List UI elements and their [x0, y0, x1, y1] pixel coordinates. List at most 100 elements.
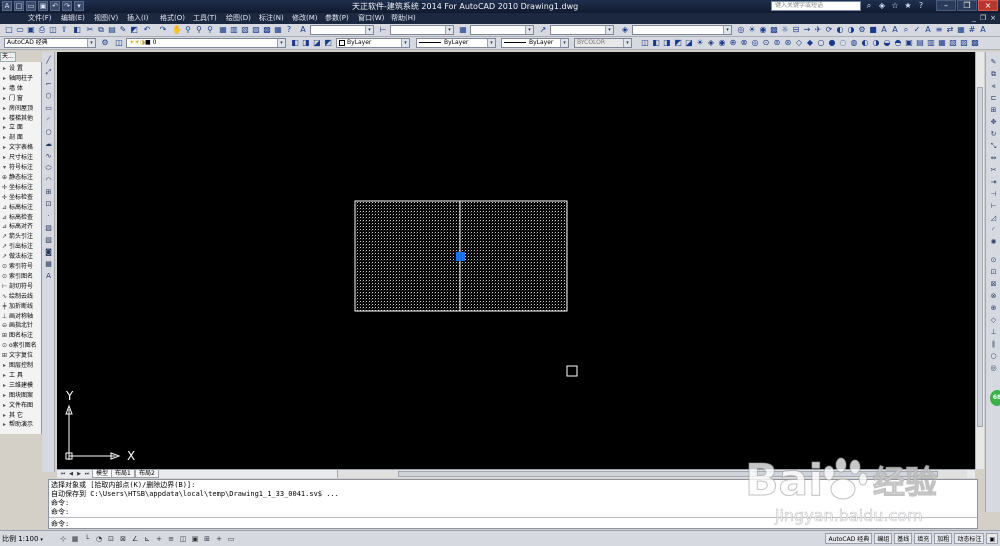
camera-icon[interactable]: ◉	[758, 25, 768, 35]
osnap-5-icon[interactable]: ⊕	[988, 304, 999, 313]
save-icon[interactable]: ▣	[26, 25, 36, 35]
restore-button[interactable]: ❐	[957, 0, 977, 11]
layer-select-2[interactable]: ▾	[632, 25, 732, 35]
dim-style-icon[interactable]: ⊢	[378, 25, 388, 35]
make-current-icon[interactable]: ◧	[290, 38, 300, 48]
layer-tool-12-icon[interactable]: ⊚	[772, 38, 782, 48]
menu-insert[interactable]: 插入(I)	[127, 14, 160, 23]
tab-layout1[interactable]: 布局1	[111, 470, 135, 478]
snap-toggle[interactable]: ⊹	[58, 534, 68, 544]
menu-modify[interactable]: 修改(M)	[292, 14, 325, 23]
layer-tool-5-icon[interactable]: ◪	[684, 38, 694, 48]
zoom-window-icon[interactable]: ⚲	[194, 25, 204, 35]
publish-icon[interactable]: ⇪	[59, 25, 69, 35]
table-style-select[interactable]: ▾	[470, 25, 534, 35]
bulb-icon[interactable]: ☀	[695, 38, 705, 48]
palette-item[interactable]: ▸ 帮助演示	[0, 420, 42, 429]
new-icon[interactable]: □	[14, 1, 24, 11]
break-icon[interactable]: ⊣	[988, 190, 999, 199]
open-icon[interactable]: ▭	[15, 25, 25, 35]
palette-item[interactable]: ⊿ 标高检查	[0, 213, 42, 222]
palette-item[interactable]: ⊥ 画对称轴	[0, 312, 42, 321]
palette-item[interactable]: ✢ 坐标检查	[0, 193, 42, 202]
first-tab-button[interactable]: ⏮	[59, 470, 67, 478]
palette-item[interactable]: ▸ 尺寸标注	[0, 153, 42, 162]
palette-item[interactable]: ▸ 剖 面	[0, 133, 42, 142]
polyline-icon[interactable]: ⌐	[43, 80, 54, 89]
otrack-toggle[interactable]: ∠	[130, 534, 140, 544]
tab-layout2[interactable]: 布局2	[135, 470, 159, 478]
search-icon[interactable]: ⌕	[864, 1, 874, 11]
erase-icon[interactable]: ✎	[988, 58, 999, 67]
drawing-canvas[interactable]: Y X	[57, 52, 975, 469]
palette-item[interactable]: ▸ 门 窗	[0, 94, 42, 103]
3dprint-icon[interactable]: ◧	[72, 25, 82, 35]
text-style-select[interactable]: ▾	[310, 25, 374, 35]
layer-previous-icon[interactable]: ◨	[301, 38, 311, 48]
notification-badge[interactable]: 68	[990, 390, 1000, 406]
fullscreen-button[interactable]: ▣	[986, 533, 998, 544]
extend-icon[interactable]: ⇥	[988, 178, 999, 187]
ortho-toggle[interactable]: └	[82, 534, 92, 544]
palette-item[interactable]: ⊕ 静态标注	[0, 173, 42, 182]
bold-button[interactable]: 加粗	[934, 533, 953, 544]
polar-toggle[interactable]: ◔	[94, 534, 104, 544]
section-icon[interactable]: ⊟	[791, 25, 801, 35]
palette-item[interactable]: ▸ 三维建模	[0, 381, 42, 390]
tpy-toggle[interactable]: ◫	[178, 534, 188, 544]
sun-icon[interactable]: ☼	[780, 25, 790, 35]
palette-item[interactable]: ↗ 箭头引注	[0, 232, 42, 241]
layer-tool-16-icon[interactable]: ○	[816, 38, 826, 48]
make-block-icon[interactable]: ⊡	[43, 200, 54, 209]
match-properties-icon[interactable]: ✎	[118, 25, 128, 35]
layer-select[interactable]: ☀☀◑■ 0 ▾	[126, 38, 286, 48]
design-center-icon[interactable]: ▥	[229, 25, 239, 35]
palette-item[interactable]: ▸ 设 置	[0, 64, 42, 73]
osnap-8-icon[interactable]: ∥	[988, 340, 999, 349]
close-button[interactable]: ×	[978, 0, 998, 11]
spline-icon[interactable]: ∿	[43, 152, 54, 161]
palette-item[interactable]: ▸ 其 它	[0, 411, 42, 420]
ducs-toggle[interactable]: ⊾	[142, 534, 152, 544]
mirror-icon[interactable]: ⫷	[988, 82, 999, 91]
menu-dimension[interactable]: 标注(N)	[259, 14, 292, 23]
visual-style-icon[interactable]: ◑	[846, 25, 856, 35]
osnap-toggle[interactable]: ⊡	[106, 534, 116, 544]
layer-tool-30-icon[interactable]: ▩	[970, 38, 980, 48]
layer-tool-13-icon[interactable]: ⊛	[783, 38, 793, 48]
material-icon[interactable]: ▩	[769, 25, 779, 35]
vertical-scroll-thumb[interactable]	[977, 87, 983, 427]
tangent-palette-title[interactable]: 天...	[0, 52, 16, 62]
palette-item[interactable]: ▸ 工 具	[0, 371, 42, 380]
osnap-7-icon[interactable]: ⊥	[988, 328, 999, 337]
palette-item[interactable]: ▸ 墙 体	[0, 84, 42, 93]
layer-tool-21-icon[interactable]: ◑	[871, 38, 881, 48]
redo-icon[interactable]: ↷	[62, 1, 72, 11]
field-icon[interactable]: #	[967, 25, 977, 35]
minimize-button[interactable]: –	[936, 0, 956, 11]
menu-file[interactable]: 文件(F)	[28, 14, 61, 23]
plot-icon[interactable]: ⎙	[37, 25, 47, 35]
layer-tool-4-icon[interactable]: ◩	[673, 38, 683, 48]
more-icon[interactable]: ▾	[74, 1, 84, 11]
layer-tool-25-icon[interactable]: ▤	[915, 38, 925, 48]
osnap-3-icon[interactable]: ⊠	[988, 280, 999, 289]
layer-tool-8-icon[interactable]: ⊕	[728, 38, 738, 48]
osnap-2-icon[interactable]: ⊡	[988, 268, 999, 277]
palette-item[interactable]: ▸ 图层控制	[0, 361, 42, 370]
paste-icon[interactable]: ▤	[107, 25, 117, 35]
markup-icon[interactable]: ▩	[262, 25, 272, 35]
convert-icon[interactable]: ⇄	[945, 25, 955, 35]
spell-icon[interactable]: ✓	[912, 25, 922, 35]
lwt-toggle[interactable]: ≡	[166, 534, 176, 544]
layer-tool-17-icon[interactable]: ●	[827, 38, 837, 48]
palette-item[interactable]: ⊢ 剖切符号	[0, 282, 42, 291]
open-icon[interactable]: ▭	[26, 1, 36, 11]
move-icon[interactable]: ✥	[988, 118, 999, 127]
hatch-icon[interactable]: ▨	[43, 224, 54, 233]
palette-item[interactable]: ↗ 做法标注	[0, 252, 42, 261]
layer-tool-6-icon[interactable]: ◈	[706, 38, 716, 48]
layer-tool-29-icon[interactable]: ▨	[959, 38, 969, 48]
offset-icon[interactable]: ⊏	[988, 94, 999, 103]
workspace-icon[interactable]: ⚙	[857, 25, 867, 35]
